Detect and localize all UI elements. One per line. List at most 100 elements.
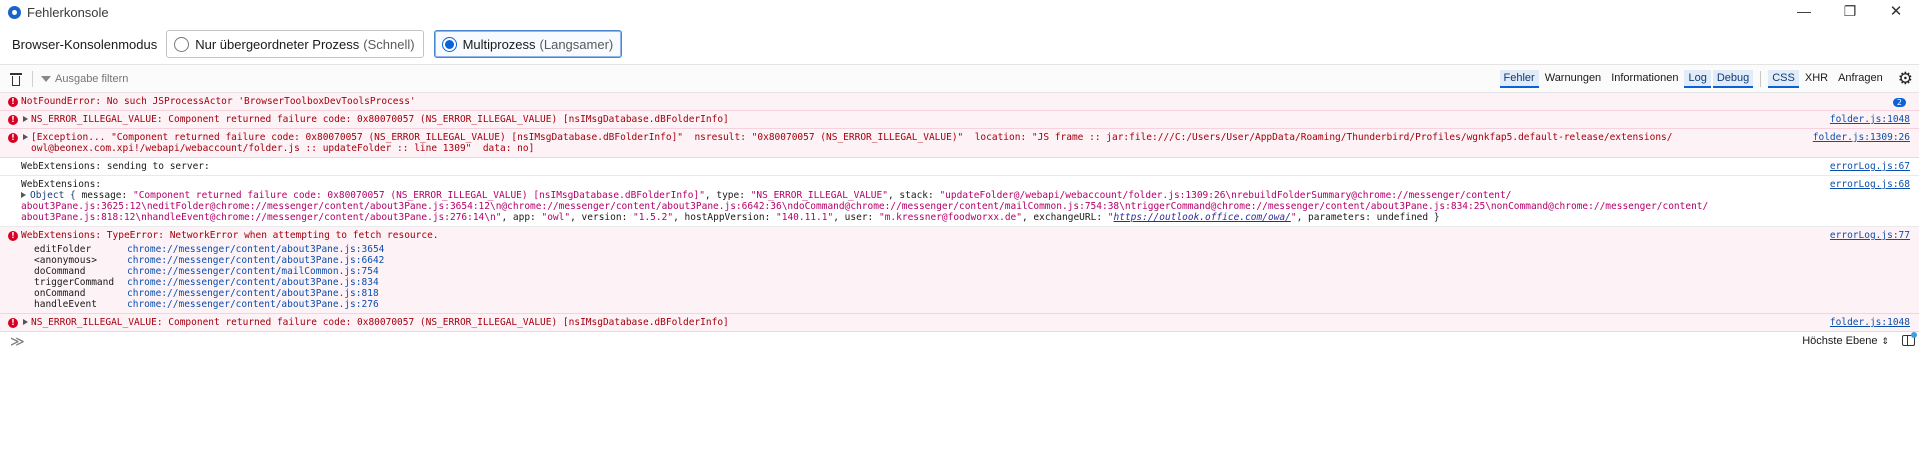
object-value: about3Pane.js:818:12\nhandleEvent@chrome… bbox=[21, 212, 502, 223]
context-selector[interactable]: Höchste Ebene ⇕ bbox=[1802, 335, 1889, 347]
filter-input[interactable] bbox=[55, 72, 355, 85]
object-key: message: bbox=[75, 190, 133, 201]
object-key: , type: bbox=[704, 190, 751, 201]
message-prefix: WebExtensions: bbox=[21, 179, 102, 190]
message-line: [Exception... "Component returned failur… bbox=[31, 132, 1673, 143]
object-value: "NS_ERROR_ILLEGAL_VALUE" bbox=[750, 190, 888, 201]
console-message-error[interactable]: ! NS_ERROR_ILLEGAL_VALUE: Component retu… bbox=[0, 314, 1919, 332]
radio-icon[interactable] bbox=[174, 36, 190, 52]
message-line: owl@beonex.com.xpi!/webapi/webaccount/fo… bbox=[31, 143, 535, 154]
mode-option-parent-process[interactable]: Nur übergeordneter Prozess (Schnell) bbox=[166, 30, 424, 58]
stack-source-link[interactable]: chrome://messenger/content/about3Pane.js… bbox=[127, 244, 384, 255]
trash-icon[interactable] bbox=[8, 71, 24, 87]
twisty-icon[interactable] bbox=[21, 192, 26, 198]
twisty-icon[interactable] bbox=[23, 319, 28, 325]
message-text: NotFoundError: No such JSProcessActor 'B… bbox=[21, 96, 416, 107]
stack-function: <anonymous> bbox=[34, 255, 97, 266]
filter-fehler[interactable]: Fehler bbox=[1499, 69, 1539, 88]
source-location-link[interactable]: folder.js:1048 bbox=[1830, 114, 1910, 125]
source-location-link[interactable]: errorLog.js:68 bbox=[1830, 179, 1910, 190]
close-button[interactable]: ✕ bbox=[1873, 0, 1919, 22]
message-text: NS_ERROR_ILLEGAL_VALUE: Component return… bbox=[31, 317, 729, 328]
minimize-button[interactable]: — bbox=[1781, 0, 1827, 22]
object-value: "m.kressner@foodworxx.de" bbox=[878, 212, 1022, 223]
context-selector-label: Höchste Ebene bbox=[1802, 335, 1878, 347]
object-value: "owl" bbox=[541, 212, 571, 223]
filter-informationen[interactable]: Informationen bbox=[1607, 70, 1682, 88]
message-text: NS_ERROR_ILLEGAL_VALUE: Component return… bbox=[31, 114, 729, 125]
mode-option-label: Multiprozess bbox=[462, 36, 536, 52]
console-message-error: ! WebExtensions: TypeError: NetworkError… bbox=[0, 227, 1919, 314]
object-key: , exchangeURL: bbox=[1021, 212, 1108, 223]
filter-css[interactable]: CSS bbox=[1768, 69, 1799, 88]
mode-option-sub: (Langsamer) bbox=[539, 36, 614, 52]
twisty-icon[interactable] bbox=[23, 134, 28, 140]
stack-source-link[interactable]: chrome://messenger/content/mailCommon.js… bbox=[127, 266, 379, 277]
filter-icon bbox=[41, 75, 51, 82]
message-text: WebExtensions: TypeError: NetworkError w… bbox=[21, 227, 1919, 244]
filter-buttons: Fehler Warnungen Informationen Log Debug… bbox=[1499, 65, 1919, 92]
app-logo-icon bbox=[8, 5, 21, 19]
chevron-up-down-icon: ⇕ bbox=[1881, 336, 1889, 346]
mode-option-label: Nur übergeordneter Prozess bbox=[195, 36, 360, 52]
exchange-url-link[interactable]: https://outlook.office.com/owa/ bbox=[1114, 212, 1291, 223]
mode-option-sub: (Schnell) bbox=[363, 36, 415, 52]
sidebar-toggle-icon[interactable] bbox=[1902, 332, 1917, 346]
title-bar: Fehlerkonsole — ❐ ✕ bbox=[0, 0, 1919, 24]
stack-source-link[interactable]: chrome://messenger/content/about3Pane.js… bbox=[127, 277, 379, 288]
message-text: WebExtensions: sending to server: bbox=[21, 158, 1919, 175]
object-label[interactable]: Object { bbox=[30, 190, 76, 201]
filter-anfragen[interactable]: Anfragen bbox=[1834, 70, 1887, 88]
window-title: Fehlerkonsole bbox=[27, 4, 109, 20]
maximize-button[interactable]: ❐ bbox=[1827, 0, 1873, 22]
console-toolbar: Fehler Warnungen Informationen Log Debug… bbox=[0, 64, 1919, 93]
source-location-link[interactable]: folder.js:1309:26 bbox=[1813, 132, 1910, 143]
console-input-line[interactable]: ≫ Höchste Ebene ⇕ bbox=[0, 332, 1919, 352]
filter-xhr[interactable]: XHR bbox=[1801, 70, 1832, 88]
prompt-icon: ≫ bbox=[10, 334, 25, 350]
console-message-error[interactable]: ! [Exception... "Component returned fail… bbox=[0, 129, 1919, 158]
stack-frame: editFolder chrome://messenger/content/abo… bbox=[34, 244, 1919, 255]
console-message-log-object: WebExtensions: Object { message: "Compon… bbox=[0, 176, 1919, 227]
stack-source-link[interactable]: chrome://messenger/content/about3Pane.js… bbox=[127, 288, 379, 299]
radio-selected-icon[interactable] bbox=[441, 36, 457, 52]
object-key: , parameters: bbox=[1296, 212, 1377, 223]
message-prefix: WebExtensions: bbox=[21, 230, 102, 241]
filter-debug[interactable]: Debug bbox=[1712, 69, 1754, 88]
source-location-link[interactable]: errorLog.js:67 bbox=[1830, 161, 1910, 172]
stack-trace: editFolder chrome://messenger/content/abo… bbox=[0, 244, 1919, 313]
stack-function: editFolder bbox=[34, 244, 92, 255]
stack-source-link[interactable]: chrome://messenger/content/about3Pane.js… bbox=[127, 255, 384, 266]
source-location-link[interactable]: folder.js:1048 bbox=[1830, 317, 1910, 328]
message-text: WebExtensions: Object { message: "Compon… bbox=[21, 176, 1919, 226]
filter-warnungen[interactable]: Warnungen bbox=[1541, 70, 1605, 88]
object-key: , app: bbox=[501, 212, 542, 223]
stack-function: triggerCommand bbox=[34, 277, 115, 288]
error-icon: ! bbox=[8, 318, 18, 328]
object-value: "Component returned failure code: 0x8007… bbox=[132, 190, 705, 201]
console-output: ! NotFoundError: No such JSProcessActor … bbox=[0, 93, 1919, 352]
message-body: TypeError: NetworkError when attempting … bbox=[101, 230, 439, 241]
stack-frame: doCommand chrome://messenger/content/mail… bbox=[34, 266, 1919, 277]
message-body: sending to server: bbox=[101, 161, 210, 172]
source-location-link[interactable]: errorLog.js:77 bbox=[1830, 230, 1910, 241]
stack-source-link[interactable]: chrome://messenger/content/about3Pane.js… bbox=[127, 299, 379, 310]
error-icon: ! bbox=[8, 97, 18, 107]
message-text: [Exception... "Component returned failur… bbox=[31, 129, 1919, 157]
stack-function: doCommand bbox=[34, 266, 86, 277]
object-key: , hostAppVersion: bbox=[673, 212, 777, 223]
console-message-error: ! NotFoundError: No such JSProcessActor … bbox=[0, 93, 1919, 111]
stack-frame: handleEvent chrome://messenger/content/ab… bbox=[34, 299, 1919, 310]
mode-option-multiprocess[interactable]: Multiprozess (Langsamer) bbox=[433, 30, 623, 58]
filter-log[interactable]: Log bbox=[1684, 69, 1711, 88]
object-value: "updateFolder@/webapi/webaccount/folder.… bbox=[939, 190, 1512, 201]
object-key: , user: bbox=[833, 212, 879, 223]
object-key: , version: bbox=[570, 212, 634, 223]
object-value: "1.5.2" bbox=[633, 212, 674, 223]
error-icon: ! bbox=[8, 133, 18, 143]
stack-function: onCommand bbox=[34, 288, 86, 299]
message-prefix: WebExtensions: bbox=[21, 161, 102, 172]
gear-icon[interactable]: ⚙ bbox=[1898, 69, 1913, 89]
twisty-icon[interactable] bbox=[23, 116, 28, 122]
console-message-error[interactable]: ! NS_ERROR_ILLEGAL_VALUE: Component retu… bbox=[0, 111, 1919, 129]
